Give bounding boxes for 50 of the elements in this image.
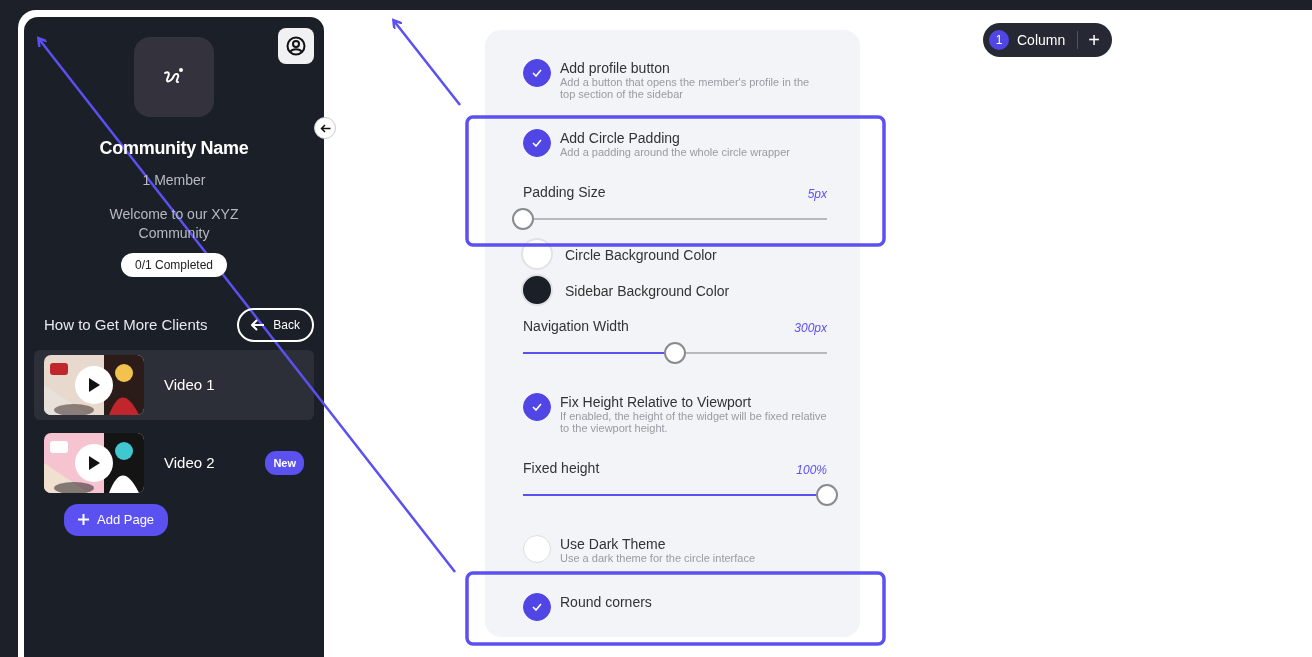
check-icon: [532, 603, 542, 611]
plus-icon: [78, 514, 89, 526]
slider-handle[interactable]: [512, 208, 534, 230]
page-title: Video 2: [164, 452, 216, 473]
back-button[interactable]: Back: [237, 308, 314, 342]
slider-label: Fixed height: [523, 459, 600, 478]
user-icon: [286, 36, 306, 56]
profile-button[interactable]: [278, 28, 314, 64]
play-icon: [88, 456, 100, 470]
setting-label: Add Circle Padding: [560, 130, 681, 146]
collapse-button[interactable]: [314, 117, 336, 139]
slider-value: 300px: [794, 320, 827, 337]
checkbox[interactable]: [523, 393, 551, 421]
slider-handle[interactable]: [664, 342, 686, 364]
setting-label: Add profile button: [560, 60, 671, 76]
setting-description: Add a button that opens the member's profile in the top section of the sidebar: [560, 76, 811, 100]
check-icon: [532, 69, 542, 77]
setting-description: Add a padding around the whole circle wrapper: [560, 146, 790, 158]
column-selector[interactable]: 1 Column +: [983, 23, 1112, 57]
slider-handle[interactable]: [816, 484, 838, 506]
progress-badge: 0/1 Completed: [120, 253, 227, 277]
check-icon: [532, 403, 542, 411]
add-page-button[interactable]: Add Page: [64, 504, 169, 536]
color-swatch[interactable]: [521, 274, 553, 306]
checkbox[interactable]: [523, 59, 551, 87]
arrow-left-icon: [251, 319, 266, 331]
setting-description: If enabled, the height of the widget will be fixed relative to the viewport height.: [560, 410, 827, 434]
page-item[interactable]: Video 1: [34, 350, 314, 420]
new-badge: New: [265, 450, 304, 476]
setting-label: Fix Height Relative to Viewport: [560, 394, 753, 410]
setting-label: Use Dark Theme: [560, 536, 667, 552]
column-label: Column: [1017, 30, 1066, 50]
slider-label: Padding Size: [523, 183, 606, 202]
play-icon: [88, 378, 100, 392]
section-title: How to Get More Clients: [44, 314, 208, 335]
add-column-button[interactable]: +: [1078, 30, 1106, 50]
arrow-left-icon: [319, 123, 331, 133]
page-item[interactable]: Video 2 New: [34, 428, 314, 498]
setting-label: Sidebar Background Color: [565, 282, 730, 299]
slider-value: 5px: [807, 186, 827, 203]
setting-label: Round corners: [560, 594, 652, 610]
column-count: 1: [989, 30, 1009, 50]
page-title: Video 1: [164, 374, 216, 395]
checkbox[interactable]: [523, 129, 551, 157]
setting-description: Use a dark theme for the circle interface: [560, 552, 756, 564]
checkbox[interactable]: [523, 593, 551, 621]
setting-label: Circle Background Color: [565, 246, 717, 263]
slider-label: Navigation Width: [523, 317, 629, 336]
check-icon: [532, 139, 542, 147]
slider-value: 100%: [796, 462, 827, 479]
